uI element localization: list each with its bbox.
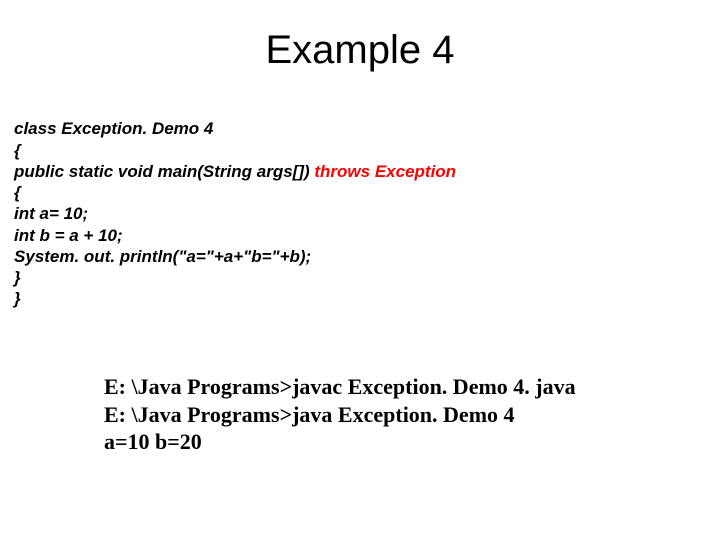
code-block: class Exception. Demo 4 { public static …: [14, 97, 706, 310]
output-line: a=10 b=20: [104, 429, 202, 454]
code-line: }: [14, 289, 21, 308]
code-line: System. out. println("a="+a+"b="+b);: [14, 247, 311, 266]
code-line: class Exception. Demo 4: [14, 119, 213, 138]
code-line: public static void main(String args[]): [14, 162, 314, 181]
throws-keyword: throws Exception: [314, 162, 456, 181]
code-line: {: [14, 141, 21, 160]
code-line: {: [14, 183, 21, 202]
slide: Example 4 class Exception. Demo 4 { publ…: [0, 0, 720, 540]
slide-title: Example 4: [14, 28, 706, 73]
output-block: E: \Java Programs>javac Exception. Demo …: [104, 346, 706, 456]
code-line: int a= 10;: [14, 204, 88, 223]
output-line: E: \Java Programs>java Exception. Demo 4: [104, 402, 515, 427]
code-line: int b = a + 10;: [14, 226, 123, 245]
output-line: E: \Java Programs>javac Exception. Demo …: [104, 374, 576, 399]
code-line: }: [14, 268, 21, 287]
